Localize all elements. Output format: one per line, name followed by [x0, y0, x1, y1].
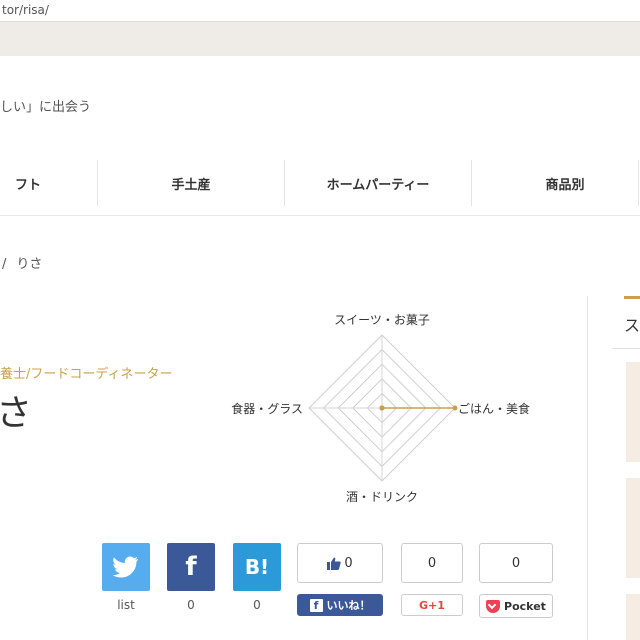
- thumbs-up-icon: [327, 557, 342, 570]
- pocket-button[interactable]: Pocket: [479, 594, 553, 618]
- radar-label-left: 食器・グラス: [231, 401, 303, 416]
- sidebar-heading: ス: [624, 316, 640, 335]
- facebook-f-icon: f: [185, 552, 197, 582]
- sidebar-card[interactable]: [626, 478, 640, 578]
- twitter-share-count: list: [117, 598, 135, 612]
- google-plus-button[interactable]: G+1: [401, 594, 463, 616]
- facebook-like-label: いいね！: [326, 599, 371, 612]
- twitter-share-button[interactable]: [102, 543, 150, 591]
- browser-toolbar-strip: [0, 22, 640, 56]
- radar-point-left: [379, 405, 385, 411]
- radar-label-right: ごはん・美食: [458, 401, 530, 416]
- hatena-bookmark-count: 0: [253, 598, 261, 612]
- sidebar-divider: [612, 348, 640, 349]
- nav-item-home-party[interactable]: ホームパーティー: [285, 150, 471, 216]
- pocket-icon: [486, 599, 501, 613]
- breadcrumb-separator: /: [2, 257, 7, 272]
- facebook-small-icon: f: [309, 598, 323, 612]
- hatena-b-icon: B!: [244, 555, 270, 579]
- google-plus-count-box: 0: [401, 543, 463, 583]
- sidebar-card[interactable]: [626, 362, 640, 462]
- genre-radar-chart: スイーツ・お菓子 ごはん・美食 酒・ドリンク 食器・グラス: [231, 313, 530, 504]
- breadcrumb-current: りさ: [16, 257, 43, 272]
- sidebar-accent-line: [624, 296, 640, 299]
- global-nav: フト 手土産 ホームパーティー 商品別: [0, 150, 640, 216]
- site-tagline: しい」に出会う: [0, 100, 92, 115]
- job-title: 養士/フードコーディネーター: [0, 367, 173, 382]
- twitter-bird-icon: [113, 556, 138, 578]
- writer-name: さ: [0, 393, 33, 434]
- facebook-share-count: 0: [187, 598, 195, 612]
- pocket-count: 0: [511, 555, 521, 571]
- google-plus-count: 0: [427, 555, 437, 571]
- google-plus-label: G+1: [419, 598, 445, 612]
- radar-label-top: スイーツ・お菓子: [334, 313, 430, 327]
- pocket-count-box: 0: [479, 543, 553, 583]
- radar-label-bottom: 酒・ドリンク: [346, 490, 418, 504]
- nav-item-by-product[interactable]: 商品別: [472, 150, 640, 216]
- radar-point-right: [452, 405, 458, 411]
- address-bar[interactable]: tor/risa/: [0, 0, 640, 22]
- facebook-like-button[interactable]: f いいね！: [297, 594, 383, 616]
- pocket-label: Pocket: [504, 599, 546, 613]
- facebook-like-count-box: 0: [297, 543, 383, 583]
- nav-item-souvenir[interactable]: 手土産: [98, 150, 284, 216]
- nav-divider: [638, 160, 639, 206]
- facebook-like-count: 0: [344, 555, 353, 571]
- facebook-share-button[interactable]: f: [167, 543, 215, 591]
- sidebar-card[interactable]: [626, 594, 640, 640]
- hatena-bookmark-button[interactable]: B!: [233, 543, 281, 591]
- breadcrumb: / りさ: [0, 253, 42, 272]
- url-text: tor/risa/: [2, 3, 49, 17]
- nav-item-gift[interactable]: フト: [0, 150, 96, 216]
